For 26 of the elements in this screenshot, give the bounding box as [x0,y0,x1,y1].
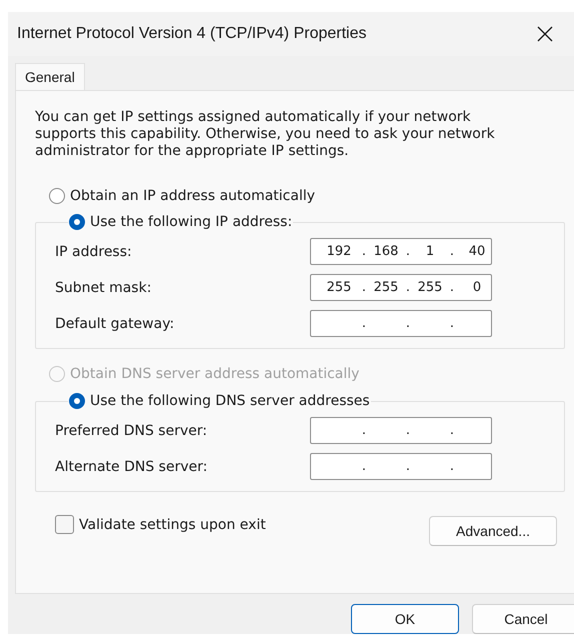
radio-label: Obtain DNS server address automatically [70,366,360,382]
radio-label: Obtain an IP address automatically [70,188,316,204]
radio-button[interactable] [69,393,85,409]
tab[interactable]: General [15,63,85,90]
field-label: Alternate DNS server: [55,458,208,474]
description-text: You can get IP settings assigned automatically if your network supports this capability. Otherwise, you need to ask your network administrator for the appropriate IP settings. [35,109,496,160]
field-label: Subnet mask: [55,280,152,296]
checkbox[interactable] [55,515,74,534]
ok-button[interactable]: OK [351,604,459,634]
field-label: Default gateway: [55,316,176,332]
advanced-button[interactable]: Advanced... [429,516,557,546]
radio-button[interactable] [49,188,65,204]
window-title: Internet Protocol Version 4 (TCP/IPv4) Properties [17,25,366,43]
radio-button[interactable] [69,214,85,230]
ip-address-field[interactable]: 255 . 255 . 255 . 0 [310,274,492,301]
close-icon[interactable] [537,26,553,42]
field-label: Preferred DNS server: [55,422,208,438]
field-label: IP address: [55,244,133,260]
ip-address-field[interactable]: 192 . 168 . 1 . 40 [310,238,492,265]
ip-address-field[interactable]: . . . [310,310,492,337]
cancel-button[interactable]: Cancel [472,604,574,634]
ip-address-field[interactable]: . . . [310,453,492,480]
radio-label: Use the following IP address: [90,214,292,230]
ip-address-field[interactable]: . . . [310,417,492,444]
radio-label: Use the following DNS server addresses [90,393,370,409]
checkbox-label: Validate settings upon exit [79,516,266,532]
